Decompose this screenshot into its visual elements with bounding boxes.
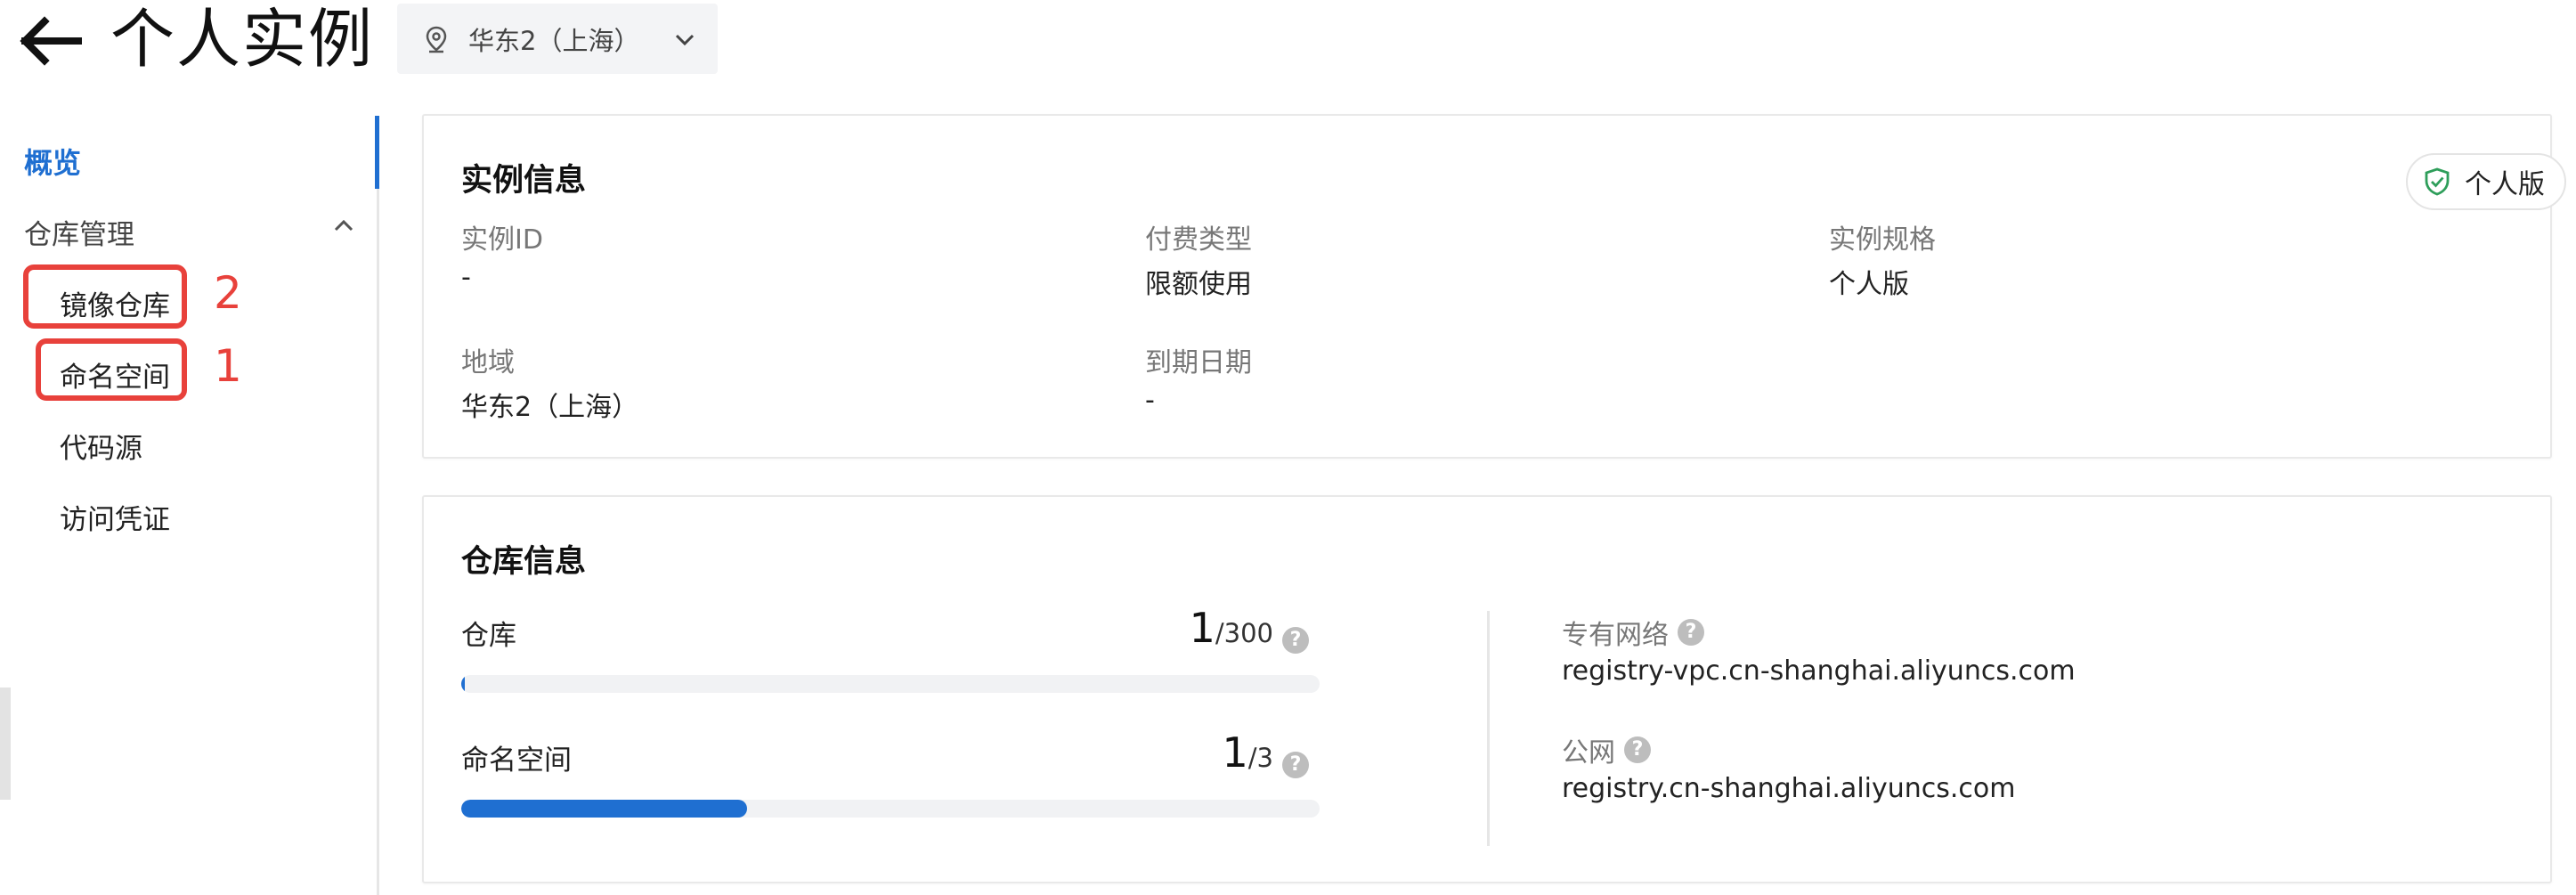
sidebar-item-code-sources[interactable]: 代码源 xyxy=(60,426,142,466)
field-value-instance-id: - xyxy=(461,262,471,293)
network-label-vpc-text: 专有网络 xyxy=(1562,620,1669,651)
annotation-number-1: 1 xyxy=(214,340,242,392)
network-value-vpc: registry-vpc.cn-shanghai.aliyuncs.com xyxy=(1562,655,2076,687)
quota-used-namespaces: 1 xyxy=(1222,728,1248,777)
repo-card-divider xyxy=(1487,611,1490,846)
region-select-value: 华东2（上海） xyxy=(468,25,640,56)
help-icon[interactable]: ? xyxy=(1282,627,1309,654)
edition-badge-label: 个人版 xyxy=(2465,169,2545,200)
field-value-region: 华东2（上海） xyxy=(461,392,639,423)
quota-label-namespaces: 命名空间 xyxy=(461,744,572,777)
location-pin-icon xyxy=(424,25,449,53)
collapse-handle[interactable] xyxy=(0,688,11,800)
region-select[interactable]: 华东2（上海） xyxy=(397,4,718,74)
quota-progress-fill-repos xyxy=(461,675,465,693)
field-value-instance-spec: 个人版 xyxy=(1829,269,1909,300)
quota-total-repos: /300 xyxy=(1215,618,1273,648)
quota-total-namespaces: /3 xyxy=(1247,743,1273,773)
network-label-vpc: 专有网络 ? xyxy=(1562,613,1704,652)
help-icon[interactable]: ? xyxy=(1678,619,1704,646)
edition-badge: 个人版 xyxy=(2406,153,2566,210)
instance-info-title: 实例信息 xyxy=(461,163,587,199)
quota-count-namespaces: 1 /3 ? xyxy=(1222,728,1309,778)
chevron-down-icon xyxy=(673,30,696,48)
instance-info-card: 实例信息 实例ID - 付费类型 限额使用 实例规格 个人版 地域 华东2（上海… xyxy=(422,114,2552,459)
chevron-up-icon[interactable] xyxy=(332,216,355,235)
field-value-expiry-date: - xyxy=(1145,385,1155,416)
quota-used-repos: 1 xyxy=(1189,604,1215,652)
field-value-billing-type: 限额使用 xyxy=(1145,269,1252,300)
sidebar-group-repo-management[interactable]: 仓库管理 xyxy=(24,212,134,252)
quota-progress-namespaces xyxy=(461,800,1320,818)
sidebar-item-overview[interactable]: 概览 xyxy=(24,141,81,182)
sidebar-item-access-credentials[interactable]: 访问凭证 xyxy=(60,497,170,537)
repo-info-title: 仓库信息 xyxy=(461,544,587,580)
network-value-public: registry.cn-shanghai.aliyuncs.com xyxy=(1562,773,2016,804)
field-label-billing-type: 付费类型 xyxy=(1145,224,1252,256)
quota-progress-fill-namespaces xyxy=(461,800,748,818)
field-label-expiry-date: 到期日期 xyxy=(1145,347,1252,378)
field-label-instance-id: 实例ID xyxy=(461,224,543,256)
quota-count-repos: 1 /300 ? xyxy=(1189,604,1309,654)
field-label-region: 地域 xyxy=(461,347,515,378)
highlight-box-image-repos xyxy=(23,264,187,329)
sidebar-active-indicator xyxy=(375,116,379,189)
shield-check-icon xyxy=(2424,167,2450,196)
network-label-public-text: 公网 xyxy=(1562,737,1615,769)
highlight-box-namespaces xyxy=(36,338,187,401)
help-icon[interactable]: ? xyxy=(1624,736,1651,763)
quota-progress-repos xyxy=(461,675,1320,693)
field-label-instance-spec: 实例规格 xyxy=(1829,224,1936,256)
help-icon[interactable]: ? xyxy=(1282,752,1309,778)
back-arrow-icon[interactable] xyxy=(18,9,85,73)
quota-label-repos: 仓库 xyxy=(461,620,516,652)
annotation-number-2: 2 xyxy=(214,267,242,319)
network-label-public: 公网 ? xyxy=(1562,730,1651,769)
page-title: 个人实例 xyxy=(110,2,375,77)
